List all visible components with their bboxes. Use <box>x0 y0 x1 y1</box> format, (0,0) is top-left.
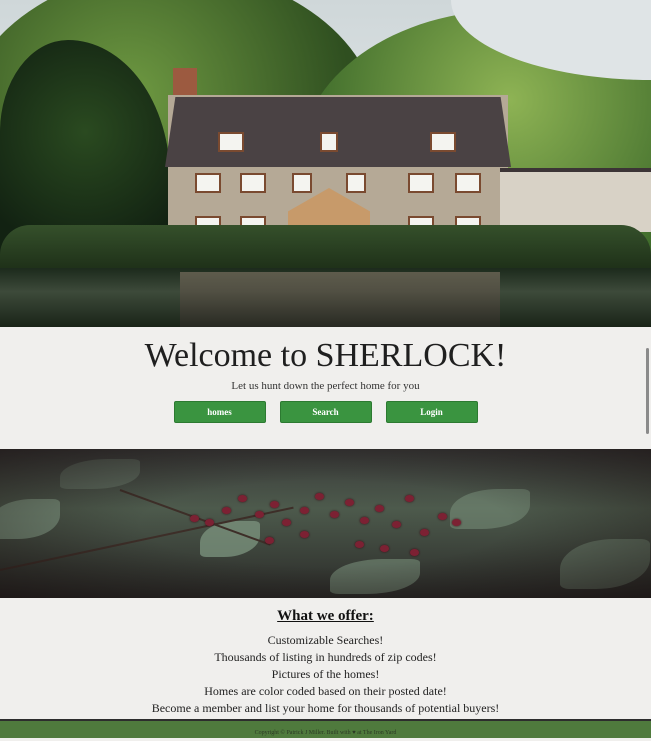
search-button[interactable]: Search <box>279 401 372 423</box>
page-title: Welcome to SHERLOCK! <box>144 337 507 374</box>
page-subtitle: Let us hunt down the perfect home for yo… <box>231 380 420 392</box>
hero-window <box>292 173 312 193</box>
hero-window <box>320 132 338 152</box>
copyright-text: Copyright © Patrick J Miller. Built with… <box>254 730 397 736</box>
offer-item: Become a member and list your home for t… <box>151 701 500 715</box>
hero-window <box>195 173 221 193</box>
hero-window <box>430 132 456 152</box>
scrollbar[interactable] <box>646 348 649 434</box>
offer-item: Customizable Searches! <box>267 633 384 647</box>
offer-item: Pictures of the homes! <box>271 667 380 681</box>
offer-section: What we offer: Customizable Searches! Th… <box>0 598 651 719</box>
hero-window <box>346 173 366 193</box>
offer-list: Customizable Searches! Thousands of list… <box>0 632 651 717</box>
berries-image <box>0 449 651 598</box>
welcome-section: Welcome to SHERLOCK! Let us hunt down th… <box>0 327 651 449</box>
offer-item: Homes are color coded based on their pos… <box>204 684 447 698</box>
hero-window <box>455 173 481 193</box>
homes-button[interactable]: homes <box>173 401 266 423</box>
hero-reflection <box>180 272 500 327</box>
nav-buttons: homes Search Login <box>0 401 651 423</box>
hero-image <box>0 0 651 327</box>
offer-item: Thousands of listing in hundreds of zip … <box>214 650 437 664</box>
hero-window <box>408 173 434 193</box>
footer: Copyright © Patrick J Miller. Built with… <box>0 719 651 738</box>
hero-window <box>240 173 266 193</box>
hero-hedge <box>0 225 651 270</box>
hero-house <box>500 172 651 232</box>
image-vignette <box>0 449 651 598</box>
login-button[interactable]: Login <box>385 401 478 423</box>
hero-window <box>218 132 244 152</box>
offer-heading: What we offer: <box>277 608 374 624</box>
hero-roof <box>165 97 511 167</box>
